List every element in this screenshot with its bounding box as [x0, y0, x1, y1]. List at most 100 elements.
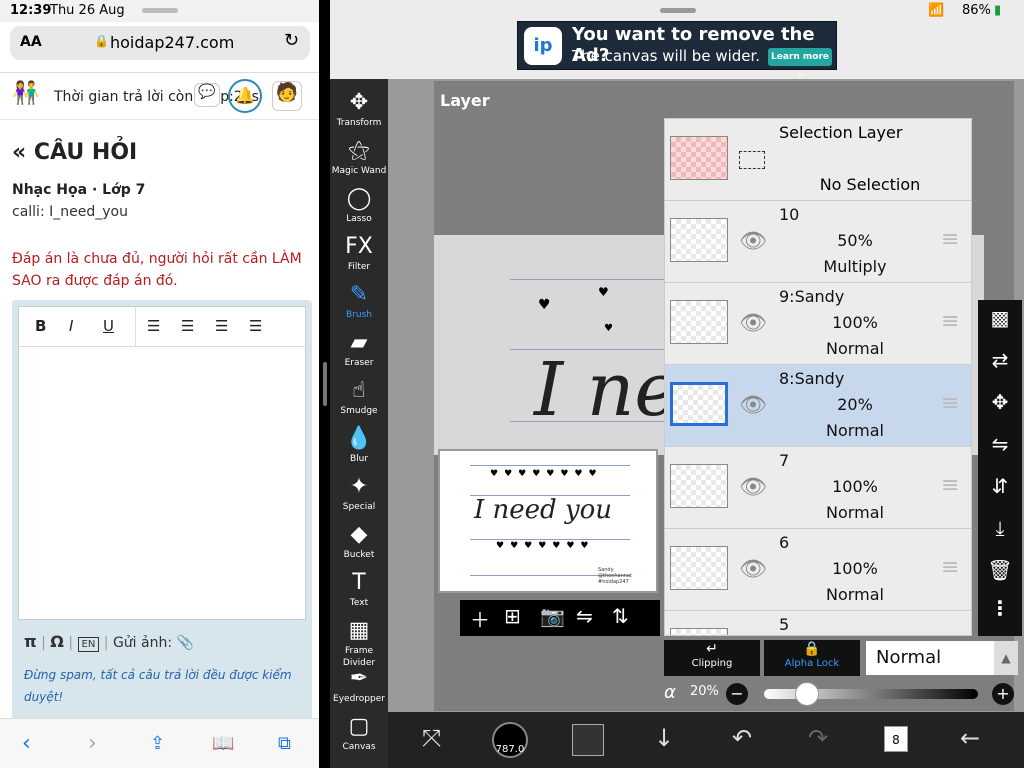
tool-eraser[interactable]: ▰ Eraser	[330, 329, 388, 377]
tool-transform[interactable]: ✥ Transform	[330, 89, 388, 137]
opacity-minus-button[interactable]: −	[726, 683, 748, 705]
clipping-button[interactable]: ↵ Clipping	[664, 640, 760, 676]
arrow-down-icon[interactable]: ↓	[654, 724, 674, 752]
notification-bell-icon[interactable]: 🔔	[228, 79, 262, 113]
align-center-icon[interactable]: ☰	[181, 317, 194, 335]
ad-banner[interactable]: ip You want to remove the Ad? The canvas…	[517, 21, 837, 80]
tool-brush[interactable]: ✎ Brush	[330, 281, 388, 329]
learn-more-button[interactable]: Learn more ›	[768, 48, 832, 80]
tool-blur[interactable]: 💧 Blur	[330, 425, 388, 473]
camera-icon[interactable]: 📷	[540, 604, 565, 628]
layer-row[interactable]: 👁5≡	[665, 611, 971, 635]
flip-vertical-icon[interactable]: ⇵	[978, 474, 1022, 498]
tool-label: Eyedropper	[333, 694, 385, 704]
reader-aa-button[interactable]: AA	[20, 34, 42, 50]
layer-name: 7	[779, 451, 790, 470]
drag-handle-icon[interactable]: ≡	[941, 473, 959, 498]
tool-special[interactable]: ✦ Special	[330, 473, 388, 521]
tool-bucket[interactable]: ◆ Bucket	[330, 521, 388, 569]
question-meta[interactable]: Nhạc Họa · Lớp 7	[12, 182, 145, 198]
drag-handle-icon[interactable]: ≡	[941, 227, 959, 252]
layer-name: 6	[779, 533, 790, 552]
layer-row[interactable]: 👁 9:Sandy 100% Normal ≡	[665, 283, 971, 365]
tool-eyedropper[interactable]: ✒ Eyedropper	[330, 665, 388, 713]
question-text: calli: I_need_you	[12, 204, 128, 220]
bookmarks-icon[interactable]: 📖	[212, 733, 234, 754]
layers-count-button[interactable]: 8	[884, 726, 908, 752]
back-arrow-icon[interactable]: ←	[960, 724, 980, 752]
language-en-button[interactable]: EN	[77, 637, 100, 652]
layer-list[interactable]: Selection Layer No Selection 👁 10 50% Multi…	[664, 118, 972, 636]
back-icon[interactable]: ‹	[22, 731, 31, 756]
reload-icon[interactable]: ↻	[284, 30, 299, 51]
align-left-icon[interactable]: ☰	[147, 317, 160, 335]
drag-handle-icon[interactable]: ≡	[941, 555, 959, 580]
drag-handle-icon[interactable]: ≡	[941, 309, 959, 334]
undo-icon[interactable]: ↶	[732, 724, 752, 752]
color-swatch-button[interactable]	[572, 724, 604, 756]
tool-magic-wand[interactable]: ⚝ Magic Wand	[330, 137, 388, 185]
eye-icon[interactable]: 👁	[739, 393, 767, 418]
bold-button[interactable]: B	[35, 317, 46, 335]
tool-label: Eraser	[344, 358, 374, 368]
justify-icon[interactable]: ☰	[249, 317, 262, 335]
multitask-handle[interactable]	[660, 8, 696, 13]
tool-swap-icon[interactable]: ⤧	[422, 724, 441, 752]
layer-row[interactable]: 👁 10 50% Multiply ≡	[665, 201, 971, 283]
eye-icon[interactable]: 👁	[739, 475, 767, 500]
drag-handle-icon[interactable]: ≡	[941, 391, 959, 416]
tabs-icon[interactable]: ⧉	[278, 733, 291, 754]
brush-size-button[interactable]: 787.0	[492, 722, 528, 758]
selection-layer-row[interactable]: Selection Layer No Selection	[665, 119, 971, 201]
transparent-checker-icon[interactable]: ▩	[978, 306, 1022, 330]
double-chevron-left-icon[interactable]: «	[12, 140, 26, 165]
alpha-symbol: α	[664, 682, 676, 703]
canvas-thumbnail[interactable]: I need you ♥♥♥♥♥♥♥♥ ♥♥♥♥♥♥♥ Sandy @thonh…	[438, 449, 658, 593]
alpha-lock-button[interactable]: 🔒 Alpha Lock	[764, 640, 860, 676]
opacity-plus-button[interactable]: +	[992, 683, 1014, 705]
paperclip-icon[interactable]: 📎	[177, 635, 194, 651]
eye-icon[interactable]: 👁	[739, 311, 767, 336]
pi-icon[interactable]: π	[24, 632, 37, 651]
share-icon[interactable]: ⇪	[150, 733, 165, 754]
tool-lasso[interactable]: ◯ Lasso	[330, 185, 388, 233]
omega-icon[interactable]: Ω	[50, 632, 64, 651]
tool-smudge[interactable]: ☝ Smudge	[330, 377, 388, 425]
avatar[interactable]: 🧑	[272, 81, 302, 111]
copy-layer-icon[interactable]: ⊞	[504, 604, 521, 628]
forward-icon[interactable]: ›	[88, 731, 97, 756]
merge-down-icon[interactable]: ⤓	[978, 516, 1022, 540]
more-options-icon[interactable]: ⋮	[978, 596, 1022, 620]
redo-icon[interactable]: ↷	[808, 724, 828, 752]
chat-icon[interactable]: 💬	[194, 83, 220, 107]
italic-button[interactable]: I	[69, 317, 73, 335]
eye-icon[interactable]: 👁	[739, 557, 767, 582]
tool-label: Lasso	[346, 214, 372, 224]
move-icon[interactable]: ✥	[978, 390, 1022, 414]
layer-row[interactable]: 👁 8:Sandy 20% Normal ≡	[665, 365, 971, 447]
align-right-icon[interactable]: ☰	[215, 317, 228, 335]
trash-icon[interactable]: 🗑	[978, 558, 1022, 582]
tool-icon: FX	[345, 234, 373, 259]
tool-filter[interactable]: FX Filter	[330, 233, 388, 281]
layer-row[interactable]: 👁 7 100% Normal ≡	[665, 447, 971, 529]
split-handle[interactable]	[323, 362, 327, 406]
underline-button[interactable]: U	[103, 317, 114, 335]
opacity-slider-knob[interactable]	[794, 682, 819, 706]
tool-frame-divider[interactable]: ▦ Frame Divider	[330, 617, 388, 668]
flip-horizontal-icon[interactable]: ⇋	[978, 432, 1022, 456]
swap-layers-icon[interactable]: ⇄	[978, 348, 1022, 372]
toolbar-divider	[135, 307, 136, 347]
multitask-handle[interactable]	[142, 8, 178, 13]
blend-mode-select[interactable]: Normal ▲	[866, 641, 1018, 675]
eye-icon[interactable]: 👁	[739, 229, 767, 254]
flip-vertical-icon[interactable]: ⇅	[612, 604, 629, 628]
layer-row[interactable]: 👁 6 100% Normal ≡	[665, 529, 971, 611]
tool-text[interactable]: T Text	[330, 569, 388, 617]
editor-content[interactable]: B I U ☰ ☰ ☰ ☰	[18, 306, 307, 620]
flip-horizontal-icon[interactable]: ⇋	[576, 604, 593, 628]
tool-canvas[interactable]: ▢ Canvas	[330, 713, 388, 761]
add-layer-icon[interactable]: ＋	[470, 604, 490, 633]
url-bar[interactable]: AA 🔒 hoidap247.com ↻	[10, 26, 310, 60]
url-text[interactable]: hoidap247.com	[110, 33, 234, 52]
